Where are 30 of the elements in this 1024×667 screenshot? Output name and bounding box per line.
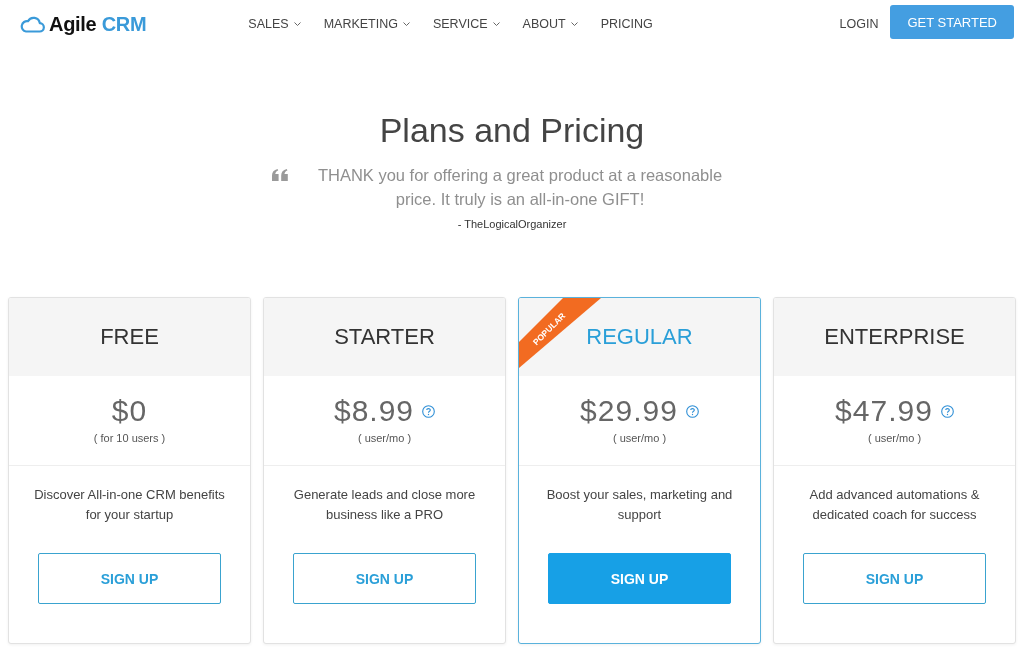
testimonial-quote: THANK you for offering a great product at a reasonable price. It truly is an all-in-one GIFT! — [316, 165, 724, 210]
price-unit: ( user/mo ) — [867, 431, 922, 445]
plan-name: ENTERPRISE — [824, 324, 965, 350]
nav-link[interactable]: MARKETING — [323, 17, 410, 31]
plan-description: Generate leads and close more business like a PRO — [292, 486, 477, 524]
page-title: Plans and Pricing — [379, 110, 645, 150]
logo-text[interactable]: Agile CRM — [49, 12, 147, 36]
plan-description: Boost your sales, marketing and support — [545, 486, 734, 524]
plan-name: FREE — [100, 324, 159, 350]
price-unit: ( user/mo ) — [357, 431, 412, 445]
plan-price: $0 — [111, 393, 148, 429]
plan-name: STARTER — [334, 324, 435, 350]
plan-description: Add advanced automations & dedicated coach for success — [808, 486, 981, 524]
plan-description: Discover All-in-one CRM benefits for your startup — [33, 486, 226, 524]
plan-price: $47.99 — [835, 393, 933, 429]
help-icon[interactable] — [685, 404, 699, 418]
help-icon[interactable] — [422, 404, 436, 418]
testimonial-author: - TheLogicalOrganizer — [457, 217, 567, 231]
nav-link[interactable]: SALES — [248, 17, 301, 31]
plan-price: $8.99 — [333, 393, 415, 429]
nav-link[interactable]: ABOUT — [522, 17, 578, 31]
plan-price: $29.99 — [580, 393, 678, 429]
price-unit: ( for 10 users ) — [93, 431, 166, 445]
nav-link[interactable]: PRICING — [600, 17, 653, 31]
help-icon[interactable] — [940, 404, 954, 418]
cloud-icon — [20, 15, 45, 33]
price-unit: ( user/mo ) — [612, 431, 667, 445]
nav-link[interactable]: SERVICE — [432, 17, 500, 31]
quote-icon — [272, 169, 288, 181]
login-link[interactable]: LOGIN — [839, 17, 879, 31]
